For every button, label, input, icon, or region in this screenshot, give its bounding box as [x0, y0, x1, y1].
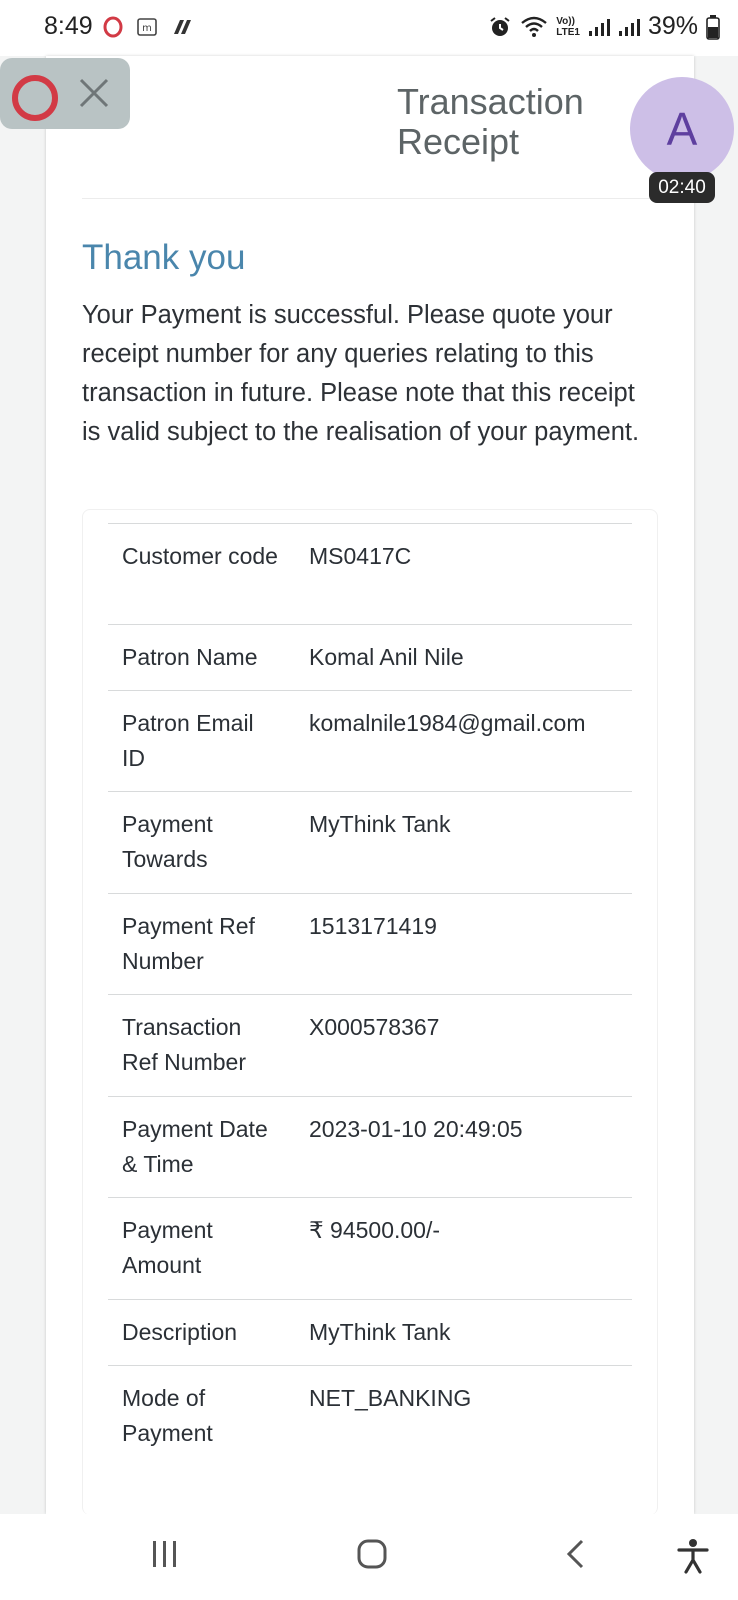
row-value: X000578367 — [309, 1014, 440, 1040]
row-value[interactable]: komalnile1984@gmail.com — [309, 706, 639, 741]
home-icon[interactable] — [356, 1538, 388, 1570]
row-label: Payment Ref Number — [122, 913, 255, 974]
status-bar: 8:49 m Vo)) LTE1 39% — [0, 0, 738, 56]
alarm-icon — [490, 16, 510, 36]
signal-icon-2 — [618, 18, 640, 36]
recent-apps-icon[interactable] — [150, 1538, 180, 1570]
m-notification-icon: m — [137, 18, 157, 36]
opera-icon — [103, 16, 123, 38]
receipt-row: Payment Amount ₹ 94500.00/- — [108, 1197, 632, 1297]
receipt-row: Transaction Ref Number X000578367 — [108, 994, 632, 1094]
row-value: ₹ 94500.00/- — [309, 1217, 441, 1243]
lte-label: LTE1 — [556, 26, 580, 38]
row-value: Komal Anil Nile — [309, 644, 464, 670]
receipt-row: Customer code MS0417C — [108, 523, 632, 623]
row-label: Mode of Payment — [122, 1385, 213, 1446]
row-label: Patron Name — [122, 644, 258, 670]
volte-indicator: Vo)) LTE1 — [556, 16, 580, 38]
receipt-row: Description MyThink Tank — [108, 1299, 632, 1365]
row-value: 1513171419 — [309, 913, 437, 939]
success-message: Your Payment is successful. Please quote… — [82, 301, 640, 446]
app-notification-icon — [174, 20, 191, 34]
screen-recorder-widget[interactable] — [0, 58, 130, 129]
row-value: MyThink Tank — [309, 1319, 451, 1345]
row-label: Payment Date & Time — [122, 1116, 268, 1177]
receipt-row: Payment Ref Number 1513171419 — [108, 893, 632, 993]
navigation-bar — [0, 1514, 738, 1600]
avatar[interactable]: A — [630, 77, 734, 181]
row-label: Patron Email ID — [122, 710, 254, 771]
battery-icon — [706, 14, 720, 40]
back-icon[interactable] — [564, 1538, 588, 1570]
row-value: 2023-01-10 20:49:05 — [309, 1116, 523, 1142]
row-label: Transaction Ref Number — [122, 1014, 246, 1075]
receipt-row: Payment Date & Time 2023-01-10 20:49:05 — [108, 1096, 632, 1196]
svg-text:m: m — [142, 23, 152, 34]
battery-percent: 39% — [647, 12, 698, 40]
thank-you-heading: Thank you — [82, 238, 246, 277]
status-time: 8:49 — [44, 12, 93, 40]
page-title: Transaction Receipt — [397, 81, 584, 162]
signal-icon — [588, 18, 610, 36]
row-value: NET_BANKING — [309, 1385, 472, 1411]
header-divider — [82, 198, 692, 199]
row-label: Description — [122, 1319, 238, 1345]
receipt-row: Payment Towards MyThink Tank — [108, 791, 632, 891]
row-label: Payment Towards — [122, 811, 213, 872]
status-right-icons: Vo)) LTE1 39% — [488, 12, 720, 41]
recording-timer: 02:40 — [649, 172, 715, 203]
row-label: Payment Amount — [122, 1217, 213, 1278]
receipt-row: Mode of Payment NET_BANKING — [108, 1365, 632, 1465]
row-value: MyThink Tank — [309, 811, 451, 837]
close-icon[interactable] — [78, 77, 110, 109]
volte-label: Vo)) — [556, 15, 575, 27]
status-left-icons: m — [102, 16, 196, 38]
wifi-icon — [521, 16, 548, 37]
receipt-row: Patron Name Komal Anil Nile — [108, 624, 632, 690]
record-icon[interactable] — [12, 75, 58, 121]
receipt-row: Patron Email ID komalnile1984@gmail.com — [108, 690, 632, 790]
row-value: MS0417C — [309, 543, 412, 569]
accessibility-icon[interactable] — [676, 1538, 710, 1574]
row-label: Customer code — [122, 543, 278, 569]
